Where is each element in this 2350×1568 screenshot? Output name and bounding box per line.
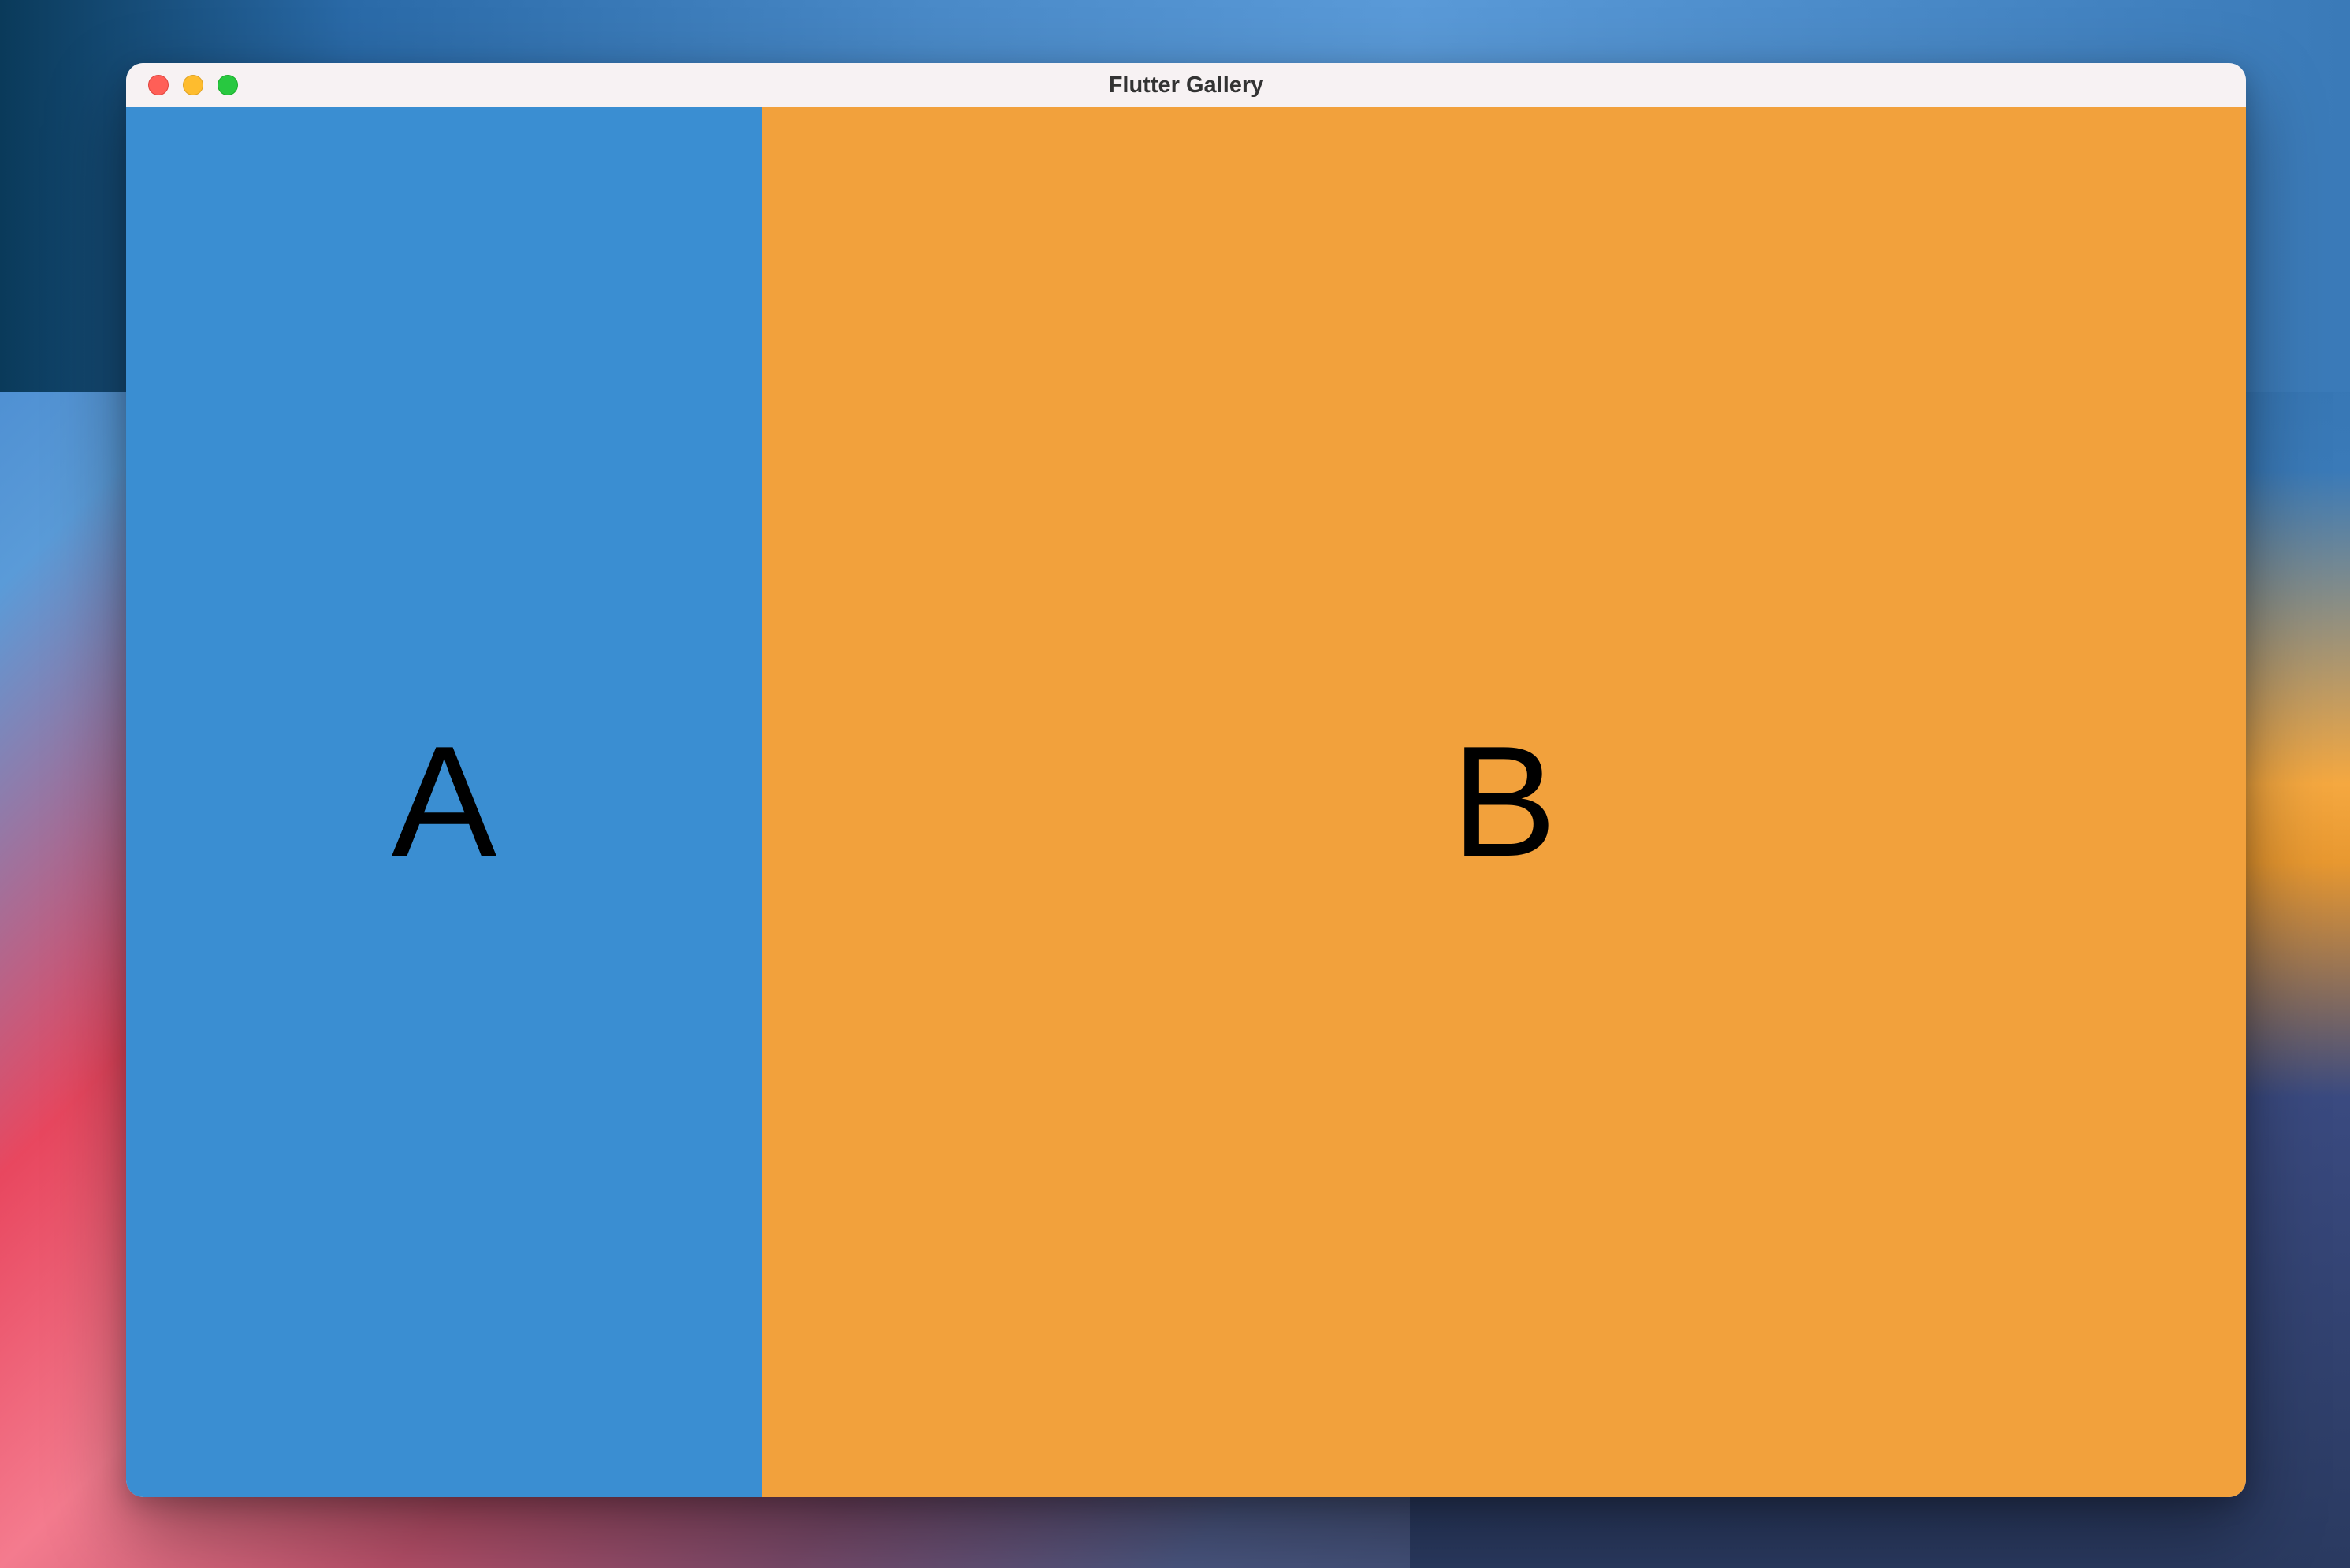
app-window: Flutter Gallery A B [126, 63, 2246, 1497]
minimize-button[interactable] [183, 75, 203, 95]
content-area: A B [126, 107, 2246, 1497]
zoom-button[interactable] [218, 75, 238, 95]
window-titlebar[interactable]: Flutter Gallery [126, 63, 2246, 107]
panel-b: B [762, 107, 2246, 1497]
panel-a: A [126, 107, 762, 1497]
window-title: Flutter Gallery [1109, 72, 1264, 98]
close-button[interactable] [148, 75, 169, 95]
panel-b-label: B [1452, 712, 1556, 893]
panel-a-label: A [392, 712, 496, 893]
window-controls [126, 75, 238, 95]
